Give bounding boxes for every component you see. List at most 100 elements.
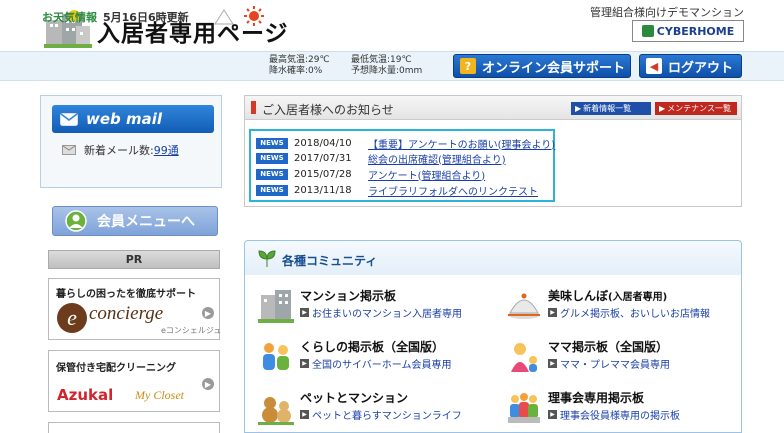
news-link[interactable]: ライブラリフォルダへのリンクテスト [368,183,538,198]
news-list-button[interactable]: ▶ 新着情報一覧 [571,102,651,115]
news-badge: NEWS [256,184,288,196]
weather-high: 最高気温:29℃ [269,55,330,65]
play-arrow-icon: ▶ [548,359,557,368]
new-mail-count: 新着メール数:99通 [62,142,179,158]
envelope-icon [60,112,78,126]
online-support-button[interactable]: ? オンライン会員サポート [453,54,631,78]
ad-azukal-arrow-icon: ▶ [202,378,214,390]
news-title: ご入居者様へのお知らせ [262,103,394,117]
dish-icon [508,293,540,319]
community-item-title: マンション掲示板 [300,287,396,304]
weather-forecast-rain: 予想降水量:0mm [351,66,423,76]
logout-button[interactable]: ◀ ログアウト [639,54,742,78]
logout-label: ログアウト [668,60,734,76]
community-item[interactable]: ママ掲示板（全国版） ▶ ママ・プレママ会員専用 [506,336,738,380]
mama-icon [511,343,537,372]
play-arrow-icon: ▶ [300,308,309,317]
ad-next [48,422,220,433]
community-item-tag: (入居者専用) [608,292,668,303]
new-mail-count-link[interactable]: 99通 [154,144,179,157]
community-item-desc: お住まいのマンション入居者専用 [312,309,462,320]
member-menu-button[interactable]: 会員メニューへ [52,206,218,236]
community-item-desc: グルメ掲示板、おいしいお店情報 [560,309,710,320]
community-item-name: 美味しんぼ [548,289,609,303]
community-item-title: くらしの掲示板（全国版） [300,338,444,355]
building-icon [258,290,294,323]
community-item-link[interactable]: ▶ お住まいのマンション入居者専用 [300,305,462,320]
page: 入居者専用ページ 管理組合様向けデモマンション CYBERHOME お天気情報 … [0,0,784,433]
weather-update-time: 5月16日6時更新 [103,11,189,24]
news-item: NEWS 2018/04/10 【重要】アンケートのお願い(理事会より) [256,136,555,151]
play-arrow-icon: ▶ [300,359,309,368]
community-item-title: 理事会専用掲示板 [548,389,644,406]
community-item-link[interactable]: ▶ 全国のサイバーホーム会員専用 [300,356,452,371]
community-item-name: マンション掲示板 [300,289,397,303]
pr-header: PR [48,250,220,269]
news-badge: NEWS [256,152,288,164]
news-date: 2017/07/31 [294,152,352,164]
sun-icon [244,6,264,26]
weather-low: 最低気温:19℃ [351,55,412,65]
site-tagline: 管理組合様向けデモマンション [590,6,744,19]
community-item-title: 美味しんぼ(入居者専用) [548,287,667,304]
arrow-right-icon: ▶ [659,104,666,113]
community-item[interactable]: 美味しんぼ(入居者専用) ▶ グルメ掲示板、おいしいお店情報 [506,285,738,329]
community-item[interactable]: 理事会専用掲示板 ▶ 理事会役員様専用の掲示板 [506,387,738,431]
ad-concierge-arrow-icon: ▶ [202,307,214,319]
community-title: 各種コミュニティ [282,254,378,268]
community-item-link[interactable]: ▶ 理事会役員様専用の掲示板 [548,407,680,422]
news-badge: NEWS [256,168,288,180]
board-icon [508,393,540,423]
webmail-button[interactable]: web mail [52,105,214,133]
news-date: 2013/11/18 [294,184,352,196]
maintenance-list-button[interactable]: ▶ メンテナンス一覧 [655,102,737,115]
brand-name: CYBERHOME [656,24,735,38]
mountain-icon [214,9,234,25]
ad-concierge-title: 暮らしの困ったを徹底サポート [56,289,196,300]
news-list-label: 新着情報一覧 [583,104,632,113]
people-icon [263,343,289,370]
news-item: NEWS 2015/07/28 アンケート(管理組合より) [256,167,485,182]
community-item-link[interactable]: ▶ ペットと暮らすマンションライフ [300,407,462,422]
ad-azukal-brand: Azukal [57,386,114,404]
community-item-title: ペットとマンション [300,389,408,406]
new-mail-label: 新着メール数: [84,144,154,157]
arrow-right-icon: ▶ [575,104,582,113]
community-item-name: くらしの掲示板（全国版） [300,340,445,354]
brand-mark-icon [641,25,654,37]
leaf-icon [258,250,276,267]
member-icon [65,210,87,232]
logout-arrow-icon: ◀ [646,58,662,74]
ad-azukal-sub: My Closet [135,388,184,402]
news-badge: NEWS [256,137,288,149]
ad-azukal[interactable]: 保管付き宅配クリーニング Azukal My Closet ▶ [48,350,220,412]
ad-azukal-title: 保管付き宅配クリーニング [56,363,176,374]
community-item[interactable]: マンション掲示板 ▶ お住まいのマンション入居者専用 [258,285,490,329]
question-icon: ? [460,58,476,74]
community-item-title: ママ掲示板（全国版） [548,338,668,355]
community-item-desc: ママ・プレママ会員専用 [560,360,670,371]
community-item[interactable]: くらしの掲示板（全国版） ▶ 全国のサイバーホーム会員専用 [258,336,490,380]
ad-concierge-brand: concierge [89,303,164,324]
mail-small-icon [62,145,76,155]
community-item[interactable]: ペットとマンション ▶ ペットと暮らすマンションライフ [258,387,490,431]
community-item-name: 理事会専用掲示板 [548,391,645,405]
community-item-link[interactable]: ▶ ママ・プレママ会員専用 [548,356,670,371]
weather-label: お天気情報 [42,11,97,24]
play-arrow-icon: ▶ [300,410,309,419]
weather-rain: 降水確率:0% [269,66,323,76]
community-item-name: ママ掲示板（全国版） [548,340,669,354]
community-item-desc: 全国のサイバーホーム会員専用 [312,360,452,371]
news-date: 2018/04/10 [294,137,352,149]
community-item-name: ペットとマンション [300,391,409,405]
news-link[interactable]: 総会の出席確認(管理組合より) [368,151,506,166]
webmail-title: web mail [86,110,163,128]
ad-concierge-sub: eコンシェルジュ [161,326,222,335]
news-link[interactable]: 【重要】アンケートのお願い(理事会より) [368,136,555,151]
brand-logo[interactable]: CYBERHOME [632,20,744,42]
news-link[interactable]: アンケート(管理組合より) [368,167,485,182]
news-item: NEWS 2017/07/31 総会の出席確認(管理組合より) [256,151,506,166]
community-item-link[interactable]: ▶ グルメ掲示板、おいしいお店情報 [548,305,710,320]
community-item-desc: 理事会役員様専用の掲示板 [560,411,680,422]
ad-concierge[interactable]: 暮らしの困ったを徹底サポート e concierge eコンシェルジュ ▶ [48,278,222,340]
